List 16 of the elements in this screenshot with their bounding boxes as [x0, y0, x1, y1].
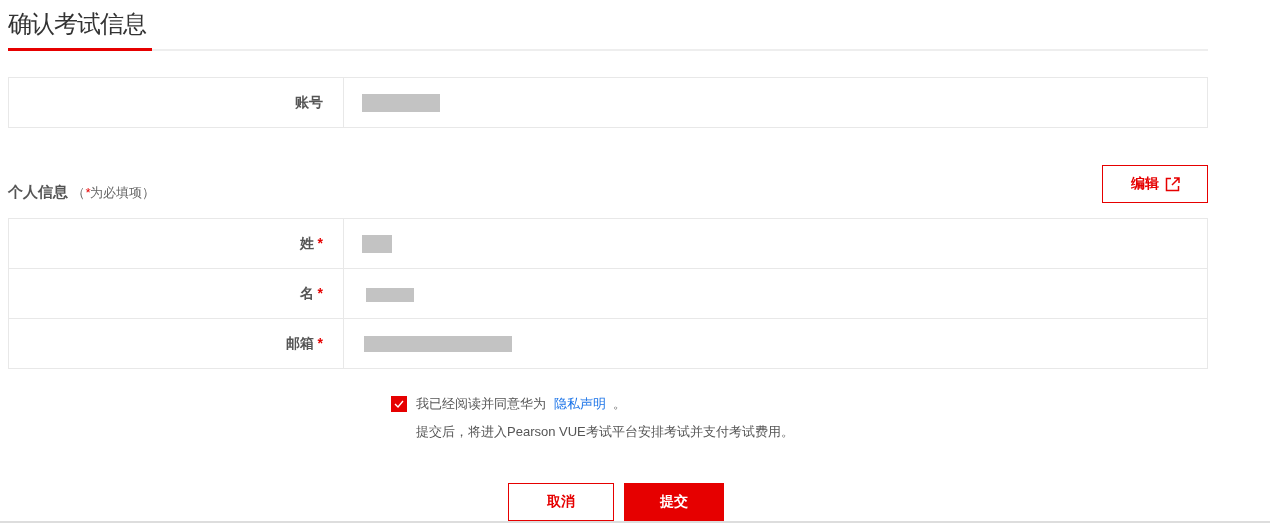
required-note: （*为必填项）	[72, 185, 156, 200]
agreement-text: 我已经阅读并同意华为 隐私声明 。	[416, 395, 627, 413]
field-label: 邮箱 *	[285, 334, 323, 353]
edit-button[interactable]: 编辑	[1102, 165, 1208, 203]
field-label: 姓 *	[299, 234, 323, 253]
page-title: 确认考试信息	[8, 8, 152, 51]
check-icon	[394, 400, 404, 408]
agree-checkbox[interactable]	[391, 396, 407, 412]
privacy-link[interactable]: 隐私声明	[553, 396, 606, 411]
field-label: 账号	[295, 93, 323, 112]
submit-button[interactable]: 提交	[624, 483, 724, 521]
cancel-button[interactable]: 取消	[508, 483, 614, 521]
notice-text: 提交后，将进入Pearson VUE考试平台安排考试并支付考试费用。	[416, 423, 795, 441]
field-label: 名 *	[299, 284, 323, 303]
section-heading: 个人信息	[8, 183, 68, 200]
external-link-icon	[1164, 176, 1180, 192]
